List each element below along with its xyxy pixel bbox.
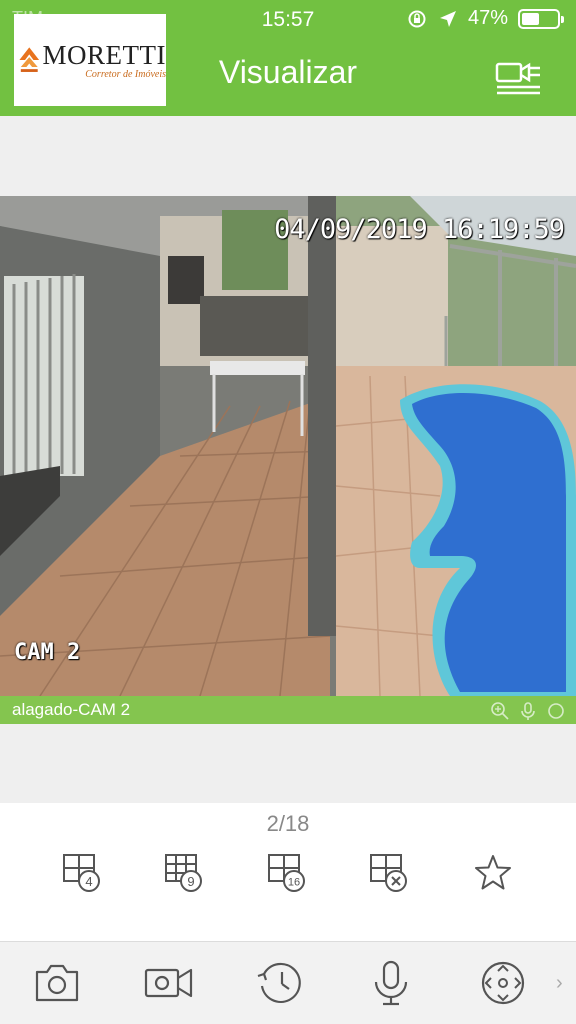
audio-mic-icon[interactable] <box>518 701 538 721</box>
camera-scene-image <box>0 196 576 696</box>
control-panel: 2/18 4 9 16 <box>0 803 576 941</box>
microphone-icon[interactable] <box>366 960 416 1006</box>
chevron-right-icon[interactable]: › <box>556 972 563 995</box>
ptz-icon[interactable] <box>478 960 528 1006</box>
svg-text:4: 4 <box>85 874 92 889</box>
battery-percent: 47% <box>467 7 508 29</box>
grid-4-icon[interactable]: 4 <box>62 853 104 893</box>
grid-9-icon[interactable]: 9 <box>164 853 206 893</box>
playback-icon[interactable] <box>256 960 306 1006</box>
svg-text:16: 16 <box>288 877 300 889</box>
svg-text:9: 9 <box>187 874 194 889</box>
fullscreen-icon[interactable] <box>546 701 566 721</box>
video-record-icon[interactable] <box>144 960 194 1006</box>
battery-icon <box>518 8 564 29</box>
star-icon[interactable] <box>472 853 514 893</box>
app-header: TIM 15:57 47% MORETTI Corretor de Imóvei… <box>0 0 576 116</box>
device-list-icon[interactable] <box>494 58 542 96</box>
camera-overlay-label: CAM 2 <box>14 640 81 665</box>
orientation-lock-icon <box>408 10 426 27</box>
bottom-toolbar: › <box>0 941 576 1024</box>
channel-pager: 2/18 <box>266 811 310 836</box>
page-title: Visualizar <box>218 54 358 90</box>
location-arrow-icon <box>439 10 456 27</box>
camera-caption: alagado-CAM 2 <box>12 700 131 719</box>
camera-caption-bar: alagado-CAM 2 <box>0 696 576 724</box>
zoom-icon[interactable] <box>490 701 510 721</box>
grid-16-icon[interactable]: 16 <box>267 853 309 893</box>
camera-icon[interactable] <box>32 960 82 1006</box>
video-timestamp: 04/09/2019 16:19:59 <box>274 214 565 245</box>
camera-video-feed[interactable]: 04/09/2019 16:19:59 CAM 2 <box>0 196 576 696</box>
status-indicators: 47% <box>406 7 564 30</box>
grid-close-icon[interactable] <box>369 853 411 893</box>
